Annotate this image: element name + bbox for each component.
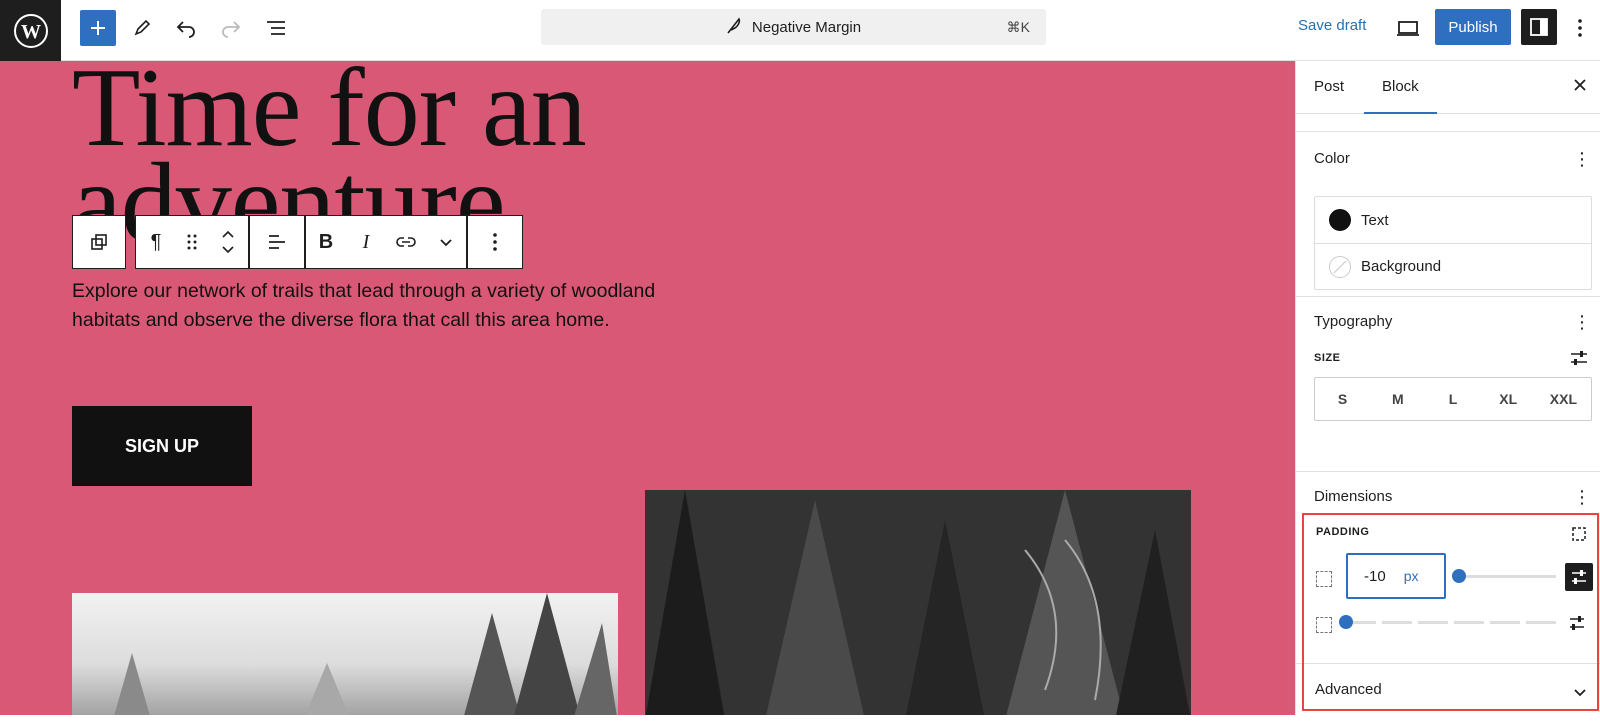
tab-block[interactable]: Block — [1364, 78, 1437, 114]
paragraph-icon[interactable]: ¶ — [136, 216, 176, 268]
sidebar-tabs: Post Block — [1296, 61, 1600, 114]
font-size-picker: S M L XL XXL — [1314, 377, 1592, 421]
duplicate-icon[interactable] — [73, 216, 125, 268]
wordpress-logo-icon[interactable]: W — [0, 0, 61, 61]
document-overview-icon[interactable] — [258, 10, 294, 46]
size-option-xxl[interactable]: XXL — [1536, 378, 1591, 420]
undo-icon[interactable] — [168, 10, 204, 46]
command-center[interactable]: Negative Margin ⌘K — [541, 9, 1046, 45]
forest-image-left[interactable] — [72, 593, 618, 715]
size-option-s[interactable]: S — [1315, 378, 1370, 420]
tab-post[interactable]: Post — [1314, 78, 1344, 95]
feather-icon — [726, 16, 742, 38]
size-option-xl[interactable]: XL — [1481, 378, 1536, 420]
color-item-text[interactable]: Text — [1315, 197, 1591, 243]
align-icon[interactable] — [250, 216, 304, 268]
color-options-kebab-icon[interactable]: ⋮ — [1573, 150, 1591, 168]
block-controls-group: ¶ — [135, 215, 249, 269]
move-up-down-icon[interactable] — [208, 216, 248, 268]
align-group — [249, 215, 305, 269]
more-options-chevron-icon[interactable] — [426, 216, 466, 268]
color-item-label: Background — [1361, 258, 1442, 275]
custom-size-sliders-icon[interactable] — [1569, 349, 1589, 372]
block-menu-group — [467, 215, 523, 269]
size-option-l[interactable]: L — [1425, 378, 1480, 420]
format-group: B I — [305, 215, 467, 269]
close-icon[interactable] — [1572, 77, 1588, 98]
svg-text:W: W — [21, 21, 41, 43]
color-options: Text Background — [1314, 196, 1592, 290]
settings-sidebar-icon[interactable] — [1521, 9, 1557, 45]
tools-pencil-icon[interactable] — [124, 10, 160, 46]
redo-icon[interactable] — [213, 10, 249, 46]
size-label: SIZE — [1314, 352, 1341, 364]
add-block-button[interactable] — [80, 10, 116, 46]
typography-options-kebab-icon[interactable]: ⋮ — [1573, 313, 1591, 331]
block-toolbar: ¶ B I — [72, 215, 523, 269]
dimensions-panel-title: Dimensions — [1314, 488, 1393, 505]
options-kebab-icon[interactable] — [1565, 10, 1595, 46]
color-panel-title: Color — [1314, 150, 1350, 167]
paragraph-block[interactable]: Explore our network of trails that lead … — [72, 277, 712, 335]
dimensions-options-kebab-icon[interactable]: ⋮ — [1573, 488, 1591, 506]
bold-icon[interactable]: B — [306, 216, 346, 268]
typography-panel: Typography ⋮ SIZE S M L XL XXL — [1296, 296, 1600, 471]
save-draft-button[interactable]: Save draft — [1298, 17, 1366, 34]
block-transform-group — [72, 215, 126, 269]
sign-up-button[interactable]: SIGN UP — [72, 406, 252, 486]
shortcut-hint: ⌘K — [1006, 18, 1030, 35]
forest-image-right[interactable] — [645, 490, 1191, 715]
color-panel: Color ⋮ Text Background — [1296, 131, 1600, 296]
italic-icon[interactable]: I — [346, 216, 386, 268]
editor-canvas: Time for an adventure ¶ B I Explore our … — [0, 61, 1295, 715]
publish-button[interactable]: Publish — [1435, 9, 1511, 45]
link-icon[interactable] — [386, 216, 426, 268]
text-color-swatch — [1329, 209, 1351, 231]
kebab-menu-icon[interactable] — [468, 216, 522, 268]
background-color-swatch — [1329, 255, 1351, 278]
document-title: Negative Margin — [751, 18, 862, 36]
editor-header: W Negative Margin ⌘K Save draft Publish — [0, 0, 1600, 61]
highlight-box — [1302, 513, 1599, 711]
color-item-background[interactable]: Background — [1315, 243, 1591, 289]
size-option-m[interactable]: M — [1370, 378, 1425, 420]
color-item-label: Text — [1361, 211, 1389, 229]
preview-device-icon[interactable] — [1390, 10, 1426, 46]
drag-handle-icon[interactable] — [176, 216, 208, 268]
typography-panel-title: Typography — [1314, 313, 1393, 330]
